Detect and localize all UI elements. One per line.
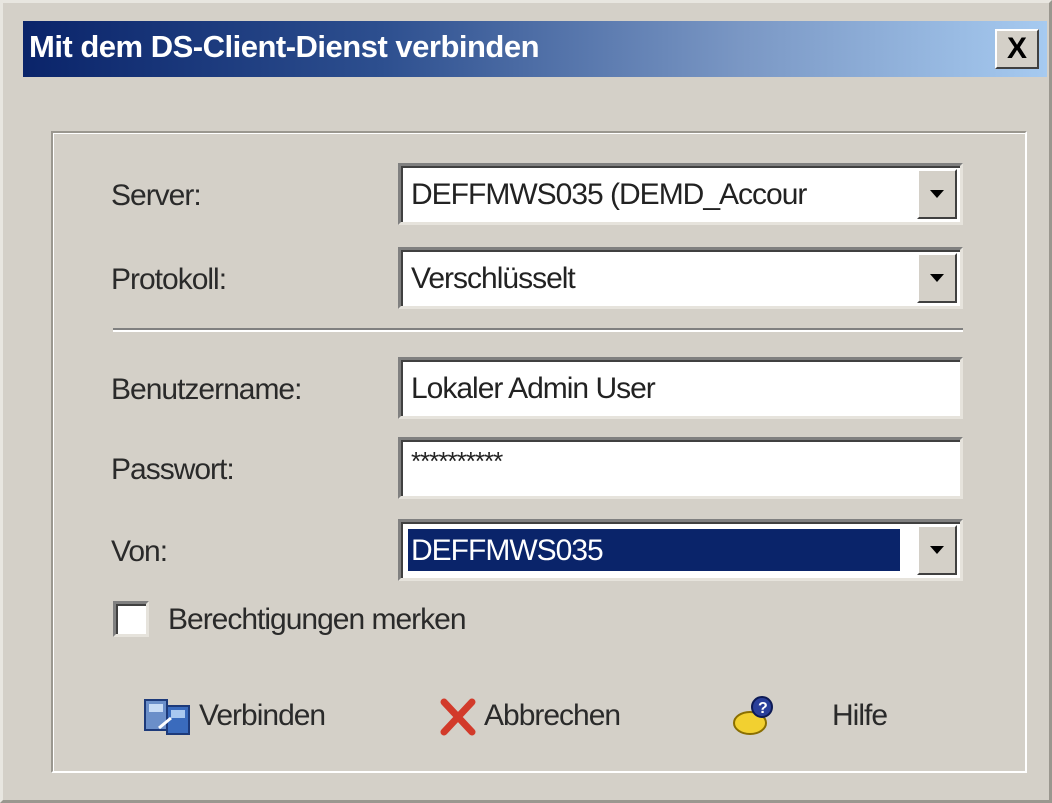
server-dropdown-button[interactable] — [917, 169, 957, 219]
help-label: Hilfe — [832, 699, 888, 732]
title-bar[interactable]: Mit dem DS-Client-Dienst verbinden X — [23, 21, 1047, 77]
password-value: ********** — [411, 446, 503, 476]
from-label: Von: — [111, 535, 168, 568]
connect-icon — [141, 692, 193, 740]
from-value: DEFFMWS035 — [411, 534, 604, 567]
password-input[interactable]: ********** — [398, 437, 963, 499]
cancel-button[interactable]: Abbrechen — [438, 681, 621, 751]
help-button[interactable]: ? Hilfe — [728, 681, 888, 751]
remember-label[interactable]: Berechtigungen merken — [168, 603, 467, 637]
connect-button[interactable]: Verbinden — [141, 681, 326, 751]
close-icon: X — [1006, 32, 1027, 65]
from-dropdown[interactable]: DEFFMWS035 — [398, 519, 963, 581]
svg-text:?: ? — [758, 700, 767, 717]
protocol-dropdown[interactable]: Verschlüsselt — [398, 247, 963, 309]
remember-checkbox[interactable] — [113, 601, 149, 637]
protocol-value: Verschlüsselt — [411, 262, 576, 295]
chevron-down-icon — [930, 274, 944, 282]
x-icon — [438, 694, 478, 738]
window-title: Mit dem DS-Client-Dienst verbinden — [29, 29, 540, 64]
protocol-label: Protokoll: — [111, 263, 227, 296]
help-icon: ? — [728, 691, 780, 741]
server-label: Server: — [111, 179, 202, 212]
username-label: Benutzername: — [111, 373, 302, 406]
dialog-window: Mit dem DS-Client-Dienst verbinden X Ser… — [0, 0, 1052, 803]
username-input[interactable]: Lokaler Admin User — [398, 357, 963, 419]
separator — [113, 328, 963, 332]
chevron-down-icon — [930, 546, 944, 554]
server-value: DEFFMWS035 (DEMD_Accour — [411, 178, 807, 211]
password-label: Passwort: — [111, 453, 235, 486]
from-dropdown-button[interactable] — [917, 525, 957, 575]
protocol-dropdown-button[interactable] — [917, 253, 957, 303]
connect-label: Verbinden — [199, 699, 326, 732]
chevron-down-icon — [930, 190, 944, 198]
cancel-label: Abbrechen — [484, 699, 621, 732]
close-button[interactable]: X — [995, 29, 1039, 69]
username-value: Lokaler Admin User — [411, 372, 656, 405]
server-dropdown[interactable]: DEFFMWS035 (DEMD_Accour — [398, 163, 963, 225]
